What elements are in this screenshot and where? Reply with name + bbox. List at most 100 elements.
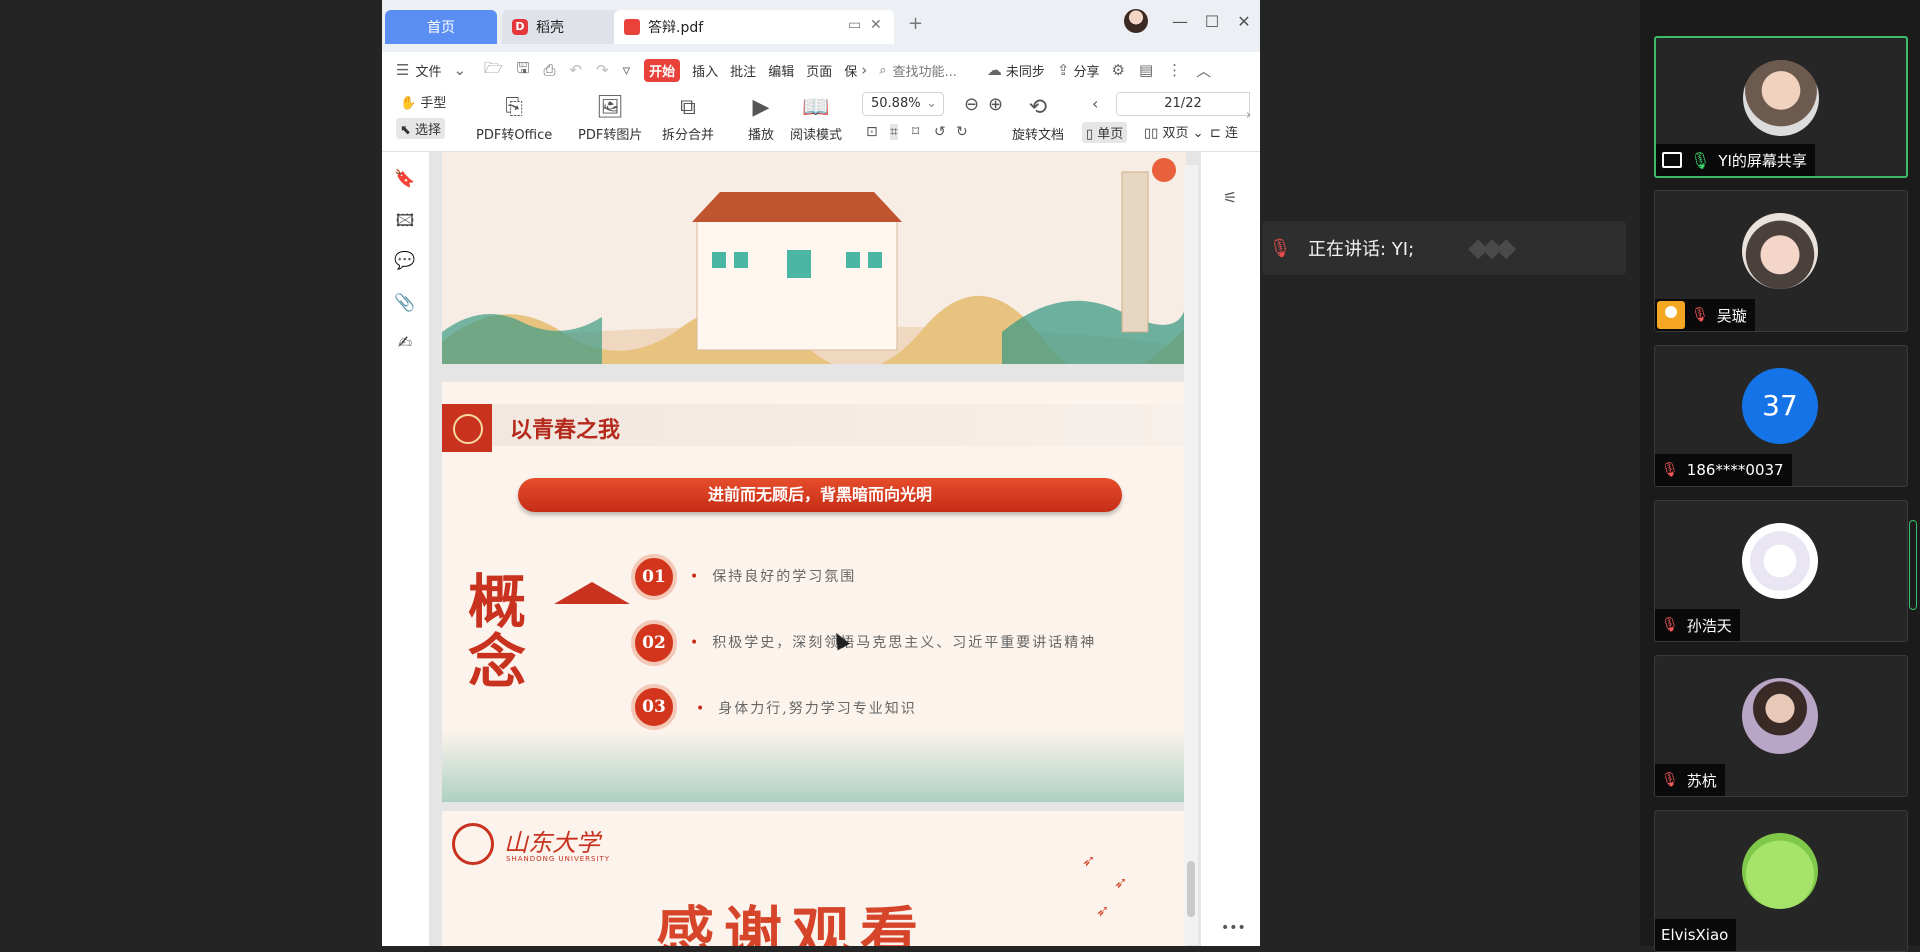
pdf-to-image-button[interactable]: 🖼 PDF转图片 (578, 94, 642, 143)
menu-insert[interactable]: 插入 (692, 61, 718, 80)
ribbon-toolbar: ✋ 手型 ⬉ 选择 ⎘ PDF转Office 🖼 PDF转图片 ⧉ 拆分合并 ▶ 播放 … (382, 88, 1260, 152)
undo-icon[interactable]: ↶ (569, 61, 582, 79)
zoom-in-icon[interactable]: ⊕ (988, 94, 1003, 115)
rotate-right-icon[interactable]: ↻ (956, 124, 968, 140)
page-number-input[interactable]: 21/22 (1116, 92, 1250, 116)
single-page-button[interactable]: ▯ 单页 (1082, 122, 1128, 143)
point-number: 02 (631, 620, 677, 666)
menu-start[interactable]: 开始 (644, 58, 681, 82)
scrollbar-thumb[interactable] (1187, 861, 1195, 917)
slide-banner: 进前而无顾后，背黑暗而向光明 (518, 478, 1122, 512)
open-folder-icon[interactable]: 🗁 (484, 58, 503, 83)
hamburger-icon[interactable]: ☰ (396, 61, 409, 79)
zoom-select[interactable]: 50.88% ⌄ (862, 92, 944, 116)
tab-pin-icon[interactable]: ▭ (848, 17, 861, 33)
redo-icon[interactable]: ↷ (596, 61, 609, 79)
fit-page-icon[interactable]: ⌗ (890, 124, 898, 140)
minimize-icon[interactable]: — (1168, 12, 1192, 31)
select-label: 选择 (415, 123, 442, 138)
fit-width-icon[interactable]: ⌑ (912, 124, 919, 140)
wps-window: 首页 D 稻壳 答辩.pdf ▭ ✕ + — ☐ ✕ ☰ 文件 ⌄ 🗁 🖫 ⎙ ↶… (382, 0, 1260, 946)
document-view[interactable]: 以青春之我 进前而无顾后，背黑暗而向光明 概念 01 保持良好的学习氛围 02 … (430, 152, 1200, 946)
read-mode-button[interactable]: 📖 阅读模式 (790, 94, 842, 143)
participant-avatar (1743, 60, 1819, 136)
screen-share-icon (1662, 152, 1682, 168)
more-down-icon[interactable]: ▿ (623, 61, 631, 79)
actual-size-icon[interactable]: ⊡ (866, 124, 878, 140)
split-merge-label: 拆分合并 (662, 128, 715, 143)
concept-calligraphy: 概念 (468, 568, 527, 696)
menu-more-chevron-icon[interactable]: › (861, 61, 867, 79)
zoom-value: 50.88% (871, 96, 921, 111)
double-page-button[interactable]: ▯▯ 双页 ⌄ (1144, 122, 1204, 141)
right-panel: ⚟ ••• (1200, 152, 1260, 946)
rotate-document-button[interactable]: ⟲ 旋转文档 (1012, 94, 1064, 143)
bookmark-icon[interactable]: 🔖 (394, 168, 416, 190)
menu-edit[interactable]: 编辑 (768, 61, 794, 80)
participant-name: 孙浩天 (1686, 616, 1732, 635)
function-search[interactable]: ⌕ 查找功能... (879, 61, 957, 80)
menu-page[interactable]: 页面 (806, 61, 832, 80)
point-number: 03 (631, 684, 677, 730)
participant-card[interactable]: 🎙 YI的屏幕共享 (1654, 36, 1908, 178)
more-vertical-icon[interactable]: ⋮ (1167, 61, 1182, 79)
bird-icon: ➶ (1082, 851, 1096, 870)
double-page-label: 双页 (1162, 126, 1189, 141)
play-button[interactable]: ▶ 播放 (748, 94, 774, 143)
menu-annotate[interactable]: 批注 (730, 61, 756, 80)
close-window-icon[interactable]: ✕ (1232, 12, 1256, 31)
tab-close-icon[interactable]: ✕ (870, 17, 882, 33)
mic-muted-icon: 🎙 (1661, 617, 1679, 633)
slide-previous (442, 152, 1186, 364)
participant-scrollbar[interactable] (1909, 520, 1917, 610)
maximize-icon[interactable]: ☐ (1200, 12, 1224, 31)
sync-status[interactable]: 未同步 (1006, 61, 1045, 80)
participant-card[interactable]: 37 🎙 186****0037 (1654, 345, 1908, 487)
mic-muted-icon: 🎙 (1268, 237, 1292, 259)
zoom-chevron-icon: ⌄ (926, 96, 937, 111)
point-text: 保持良好的学习氛围 (690, 566, 856, 586)
share-button[interactable]: 分享 (1074, 61, 1100, 80)
tab-daoke-label: 稻壳 (536, 20, 564, 36)
settings-gear-icon[interactable]: ⚙ (1112, 61, 1125, 79)
participant-avatar (1742, 213, 1818, 289)
more-options-icon[interactable]: ••• (1221, 920, 1246, 936)
participant-card[interactable]: ElvisXiao (1654, 810, 1908, 952)
menu-protect[interactable]: 保 (844, 61, 857, 80)
participant-card[interactable]: 🎙 孙浩天 (1654, 500, 1908, 642)
toolbar-scroll-right-icon[interactable]: › (1246, 108, 1251, 123)
filter-settings-icon[interactable]: ⚟ (1223, 188, 1237, 207)
menu-file[interactable]: 文件 (415, 61, 441, 80)
collapse-ribbon-icon[interactable]: ︿ (1196, 60, 1211, 81)
participant-card[interactable]: 🎙 苏杭 (1654, 655, 1908, 797)
left-sidebar: 🔖 🖾 💬 📎 ✍ (382, 152, 430, 946)
attachment-icon[interactable]: 📎 (394, 292, 416, 314)
slide-youth: 以青春之我 进前而无顾后，背黑暗而向光明 概念 01 保持良好的学习氛围 02 … (442, 382, 1186, 802)
comment-icon[interactable]: ▤ (1139, 61, 1153, 79)
signature-icon[interactable]: ✍ (394, 332, 416, 354)
split-merge-button[interactable]: ⧉ 拆分合并 (662, 94, 714, 143)
chevron-down-icon[interactable]: ⌄ (453, 61, 466, 79)
continuous-button[interactable]: ⊏ 连 (1210, 122, 1238, 141)
zoom-out-icon[interactable]: ⊖ (964, 94, 979, 115)
prev-page-icon[interactable]: ‹ (1092, 94, 1098, 113)
save-icon[interactable]: 🖫 (517, 58, 530, 83)
participant-name-bar: 🎙 吴璇 (1655, 299, 1755, 331)
rotate-left-icon[interactable]: ↺ (934, 124, 946, 140)
pdf-to-office-button[interactable]: ⎘ PDF转Office (476, 94, 552, 143)
play-label: 播放 (748, 128, 775, 143)
document-scrollbar[interactable] (1184, 165, 1198, 945)
thumbnail-icon[interactable]: 🖾 (394, 210, 416, 232)
tab-home[interactable]: 首页 (385, 10, 497, 44)
hand-tool[interactable]: ✋ 手型 (400, 92, 446, 111)
user-avatar[interactable] (1124, 9, 1148, 33)
split-merge-icon: ⧉ (680, 95, 696, 120)
new-tab-icon[interactable]: + (908, 13, 923, 34)
select-tool[interactable]: ⬉ 选择 (396, 118, 446, 139)
participant-name: YI的屏幕共享 (1718, 151, 1807, 170)
print-icon[interactable]: ⎙ (543, 61, 555, 79)
participant-card[interactable]: 🎙 吴璇 (1654, 190, 1908, 332)
participant-avatar (1742, 523, 1818, 599)
menu-bar: ☰ 文件 ⌄ 🗁 🖫 ⎙ ↶ ↷ ▿ 开始 插入 批注 编辑 页面 保 › ⌕ … (382, 52, 1260, 88)
comment-panel-icon[interactable]: 💬 (394, 250, 416, 272)
